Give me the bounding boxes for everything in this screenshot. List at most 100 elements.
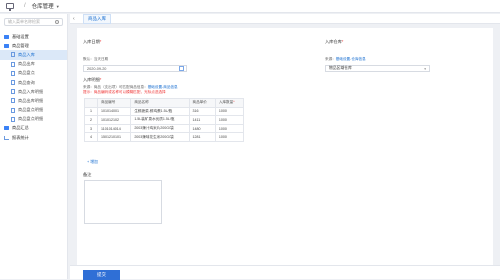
- date-input[interactable]: 2020-09-20: [83, 65, 187, 72]
- goods-label: 入库明细*: [83, 77, 101, 83]
- warehouse-source-link[interactable]: 基础设置-仓库信息: [336, 57, 366, 61]
- sidebar-item-basic-settings[interactable]: 基础设置: [0, 32, 67, 41]
- date-hint: 默认：当天日期: [83, 57, 109, 61]
- form-footer: 提交: [70, 265, 500, 280]
- required-mark: *: [341, 39, 344, 44]
- folder-icon: [4, 43, 9, 48]
- search-icon[interactable]: [55, 20, 59, 24]
- sidebar-item-outbound-detail[interactable]: 商品出库明细: [0, 96, 67, 105]
- sidebar-item-goods-inbound[interactable]: 商品入库: [0, 50, 67, 60]
- back-chevron-icon[interactable]: ‹: [73, 16, 81, 22]
- sidebar-item-stocktake-detail[interactable]: 商品盘点明细: [0, 106, 67, 115]
- unit-price-cell[interactable]: 1281: [188, 132, 216, 142]
- caret-down-icon[interactable]: ▼: [56, 4, 60, 9]
- sidebar-item-label: 报表统计: [12, 134, 29, 140]
- add-row-button[interactable]: + 增加: [87, 160, 98, 165]
- warehouse-label: 入库仓库*: [325, 39, 343, 45]
- sidebar-item-label: 商品盘点明细: [18, 116, 44, 122]
- sidebar-item-label: 商品出库: [18, 61, 35, 67]
- sidebar-item-label: 商品入库: [18, 51, 35, 57]
- goods-name-cell[interactable]: 2003辣味花生米200G/袋: [130, 132, 190, 142]
- required-mark: *: [233, 100, 235, 105]
- goods-name-cell[interactable]: 2003辣汁鸡米片200G/袋: [130, 123, 190, 134]
- date-label-text: 入库日期: [83, 39, 100, 44]
- sidebar-item-goods-stocktake[interactable]: 商品盘点: [0, 69, 67, 78]
- document-icon: [11, 70, 15, 76]
- quantity-cell[interactable]: 1000: [214, 123, 245, 134]
- column-header: 商品单价: [188, 98, 216, 108]
- goods-table: 商品编号 商品名称 商品单价 入库数量* 1 101014001 生鲜蔬菜-鲜鸡…: [84, 98, 245, 142]
- tab-bar: ‹ 商品入库: [70, 13, 500, 24]
- sidebar-item-inbound-detail[interactable]: 商品入库明细: [0, 87, 67, 96]
- goods-code-cell[interactable]: 1501210101: [96, 132, 132, 142]
- inbound-form: 入库日期* 默认：当天日期 2020-09-20 入库仓库* 来源：基础设置-仓…: [77, 28, 493, 265]
- folder-icon: [4, 34, 9, 39]
- quantity-cell[interactable]: 1000: [214, 106, 245, 117]
- sidebar-item-goods-summary[interactable]: 商品汇总: [0, 124, 67, 133]
- document-icon: [11, 89, 15, 95]
- chevron-down-icon: ▾: [424, 66, 426, 71]
- goods-hint-tip: 提示：商品编码或名称可以模糊匹配，光标点选选择: [83, 90, 166, 94]
- column-header: 商品编号: [96, 98, 132, 108]
- sidebar-item-goods-query[interactable]: 商品查询: [0, 78, 67, 87]
- sidebar-item-label: 基础设置: [12, 33, 29, 39]
- sidebar-item-reports[interactable]: 报表统计: [0, 133, 67, 142]
- table-header-row: 商品编号 商品名称 商品单价 入库数量*: [84, 98, 245, 108]
- top-bar: / 仓库管理 ▼: [0, 0, 500, 13]
- sidebar-nav: 基础设置 商品管理 商品入库 商品出库 商品盘点 商品查询 商品入库明细 商品出…: [0, 32, 67, 142]
- document-icon: [11, 52, 15, 58]
- remark-textarea[interactable]: [84, 180, 162, 224]
- sidebar-item-goods-outbound[interactable]: 商品出库: [0, 60, 67, 69]
- row-number: 2: [84, 115, 98, 125]
- unit-price-cell[interactable]: 316: [188, 106, 216, 117]
- remark-label: 备注: [83, 172, 92, 177]
- sidebar-item-label: 商品入库明细: [18, 88, 44, 94]
- quantity-cell[interactable]: 1000: [214, 132, 245, 142]
- goods-code-cell[interactable]: 101012102: [96, 115, 132, 125]
- required-mark: *: [99, 77, 102, 82]
- quantity-cell[interactable]: 1000: [214, 115, 245, 125]
- breadcrumb-separator: /: [24, 3, 26, 9]
- sidebar-item-stocktake-detail-2[interactable]: 商品盘点明细: [0, 115, 67, 124]
- column-header-text: 入库数量: [218, 100, 234, 105]
- row-number: 1: [84, 106, 98, 117]
- goods-code-cell[interactable]: 101014001: [96, 106, 132, 117]
- warehouse-label-text: 入库仓库: [325, 39, 342, 44]
- goods-hint-prefix: 来源：商品（支出项）可匹配商品信息：: [83, 85, 148, 89]
- monitor-icon[interactable]: [6, 3, 14, 11]
- warehouse-hint: 来源：基础设置-仓库信息: [325, 57, 366, 62]
- calendar-icon[interactable]: [179, 66, 184, 71]
- main-area: ‹ 商品入库 入库日期* 默认：当天日期 2020-09-20 入库仓库* 来源…: [70, 13, 500, 280]
- table-row: 2 101012102 1.5L装矿泉水优质1.5L/瓶 1411 1000: [84, 115, 245, 125]
- goods-code-cell[interactable]: 1101014014: [96, 123, 132, 134]
- goods-name-cell[interactable]: 1.5L装矿泉水优质1.5L/瓶: [130, 115, 190, 125]
- goods-name-cell[interactable]: 生鲜蔬菜-鲜鸡蛋1.5L/瓶: [130, 106, 190, 117]
- table-row: 1 101014001 生鲜蔬菜-鲜鸡蛋1.5L/瓶 316 1000: [84, 106, 245, 117]
- sidebar-item-label: 商品管理: [12, 42, 29, 48]
- goods-label-text: 入库明细: [83, 77, 100, 82]
- search-placeholder: 输入菜单名称检索: [8, 19, 40, 24]
- table-row: 3 1101014014 2003辣汁鸡米片200G/袋 1480 1000: [84, 123, 245, 134]
- sidebar-item-label: 商品盘点明细: [18, 107, 44, 113]
- column-header: [84, 98, 98, 108]
- warehouse-hint-prefix: 来源：: [325, 57, 336, 61]
- document-icon: [11, 107, 15, 113]
- date-label: 入库日期*: [83, 39, 101, 45]
- goods-source-link[interactable]: 基础设置-商品信息: [148, 85, 178, 89]
- warehouse-value: 物品区域仓库: [329, 66, 352, 70]
- row-number: 3: [84, 123, 98, 134]
- warehouse-select[interactable]: 物品区域仓库 ▾: [325, 65, 430, 72]
- tab-goods-inbound[interactable]: 商品入库: [83, 13, 111, 24]
- sidebar-item-label: 商品查询: [18, 79, 35, 85]
- required-mark: *: [99, 39, 102, 44]
- sidebar-item-label: 商品汇总: [12, 125, 29, 131]
- unit-price-cell[interactable]: 1411: [188, 115, 216, 125]
- document-icon: [11, 116, 15, 122]
- sidebar-item-goods-management[interactable]: 商品管理: [0, 41, 67, 50]
- unit-price-cell[interactable]: 1480: [188, 123, 216, 134]
- app-switcher[interactable]: 仓库管理: [32, 2, 54, 10]
- sidebar: 输入菜单名称检索 基础设置 商品管理 商品入库 商品出库 商品盘点 商品查询 商…: [0, 14, 68, 279]
- document-icon: [11, 98, 15, 104]
- menu-search-input[interactable]: 输入菜单名称检索: [4, 18, 63, 26]
- table-row: 4 1501210101 2003辣味花生米200G/袋 1281 1000: [84, 132, 245, 142]
